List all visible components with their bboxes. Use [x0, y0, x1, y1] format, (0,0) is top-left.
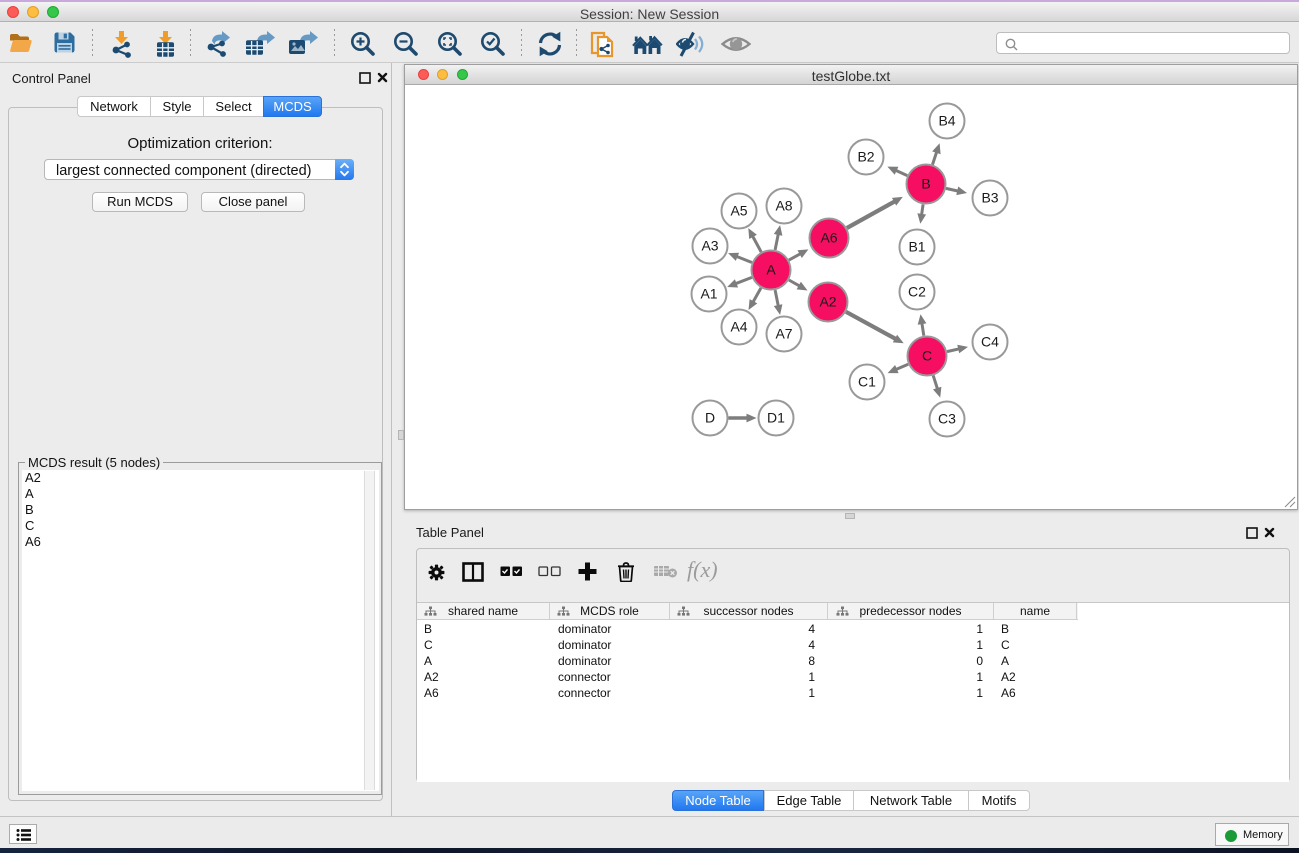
svg-text:B1: B1	[908, 239, 925, 255]
svg-text:A5: A5	[730, 203, 747, 219]
svg-text:A7: A7	[775, 326, 792, 342]
svg-text:D: D	[705, 410, 715, 426]
svg-text:C1: C1	[858, 374, 876, 390]
svg-text:B2: B2	[857, 149, 874, 165]
svg-text:B: B	[921, 176, 930, 192]
svg-text:A: A	[766, 262, 776, 278]
svg-text:C: C	[922, 348, 932, 364]
svg-text:A1: A1	[700, 286, 717, 302]
svg-text:D1: D1	[767, 410, 785, 426]
svg-text:B3: B3	[981, 190, 998, 206]
svg-text:C4: C4	[981, 334, 999, 350]
svg-text:A2: A2	[819, 294, 836, 310]
svg-text:C2: C2	[908, 284, 926, 300]
svg-text:A6: A6	[820, 230, 837, 246]
svg-text:C3: C3	[938, 411, 956, 427]
svg-text:A3: A3	[701, 238, 718, 254]
svg-text:A4: A4	[730, 319, 747, 335]
svg-text:A8: A8	[775, 198, 792, 214]
svg-text:B4: B4	[938, 113, 955, 129]
